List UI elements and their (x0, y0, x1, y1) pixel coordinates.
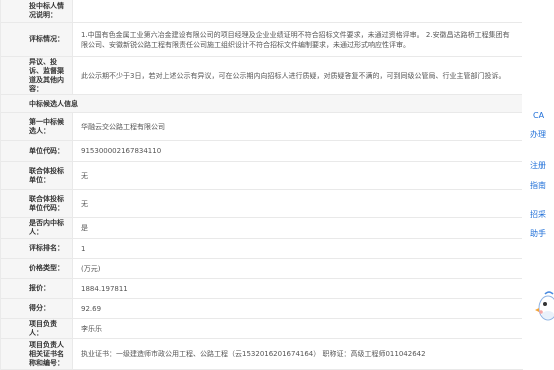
row-objection: 异议、投诉、监督渠道及其他内容： 此公示期不少于3日，若对上述公示有异议，可在公… (1, 57, 523, 95)
assistant-link[interactable]: 助手 (530, 228, 546, 239)
label-consortium-code: 联合体投标单位代码： (1, 190, 73, 217)
mascot-bird-icon[interactable] (535, 288, 554, 328)
value-score: 92.69 (73, 299, 523, 318)
guide-link[interactable]: 指南 (530, 180, 546, 191)
value-consortium-code: 无 (73, 190, 523, 217)
label-unit-code: 单位代码： (1, 141, 73, 161)
label-evaluation: 评标情况： (1, 23, 73, 56)
label-project-manager: 项目负责人： (1, 319, 73, 338)
value-manager-certificate: 执业证书：一级建造师市政公用工程、公路工程（云1532016201674164）… (73, 339, 523, 369)
section-candidate-info: 中标候选人信息 (1, 95, 523, 113)
register-link[interactable]: 注册 (530, 160, 546, 171)
bid-result-table: 投中标人情况说明： 评标情况： 1.中国有色金属工业第六冶金建设有限公司的项目经… (0, 0, 523, 370)
label-quote: 报价： (1, 279, 73, 298)
label-is-winner: 是否内中标人： (1, 218, 73, 238)
label-score: 得分： (1, 299, 73, 318)
value-unit-code: 915300002167834110 (73, 141, 523, 161)
value-price-type: (万元) (73, 259, 523, 278)
row-explanation: 投中标人情况说明： (1, 0, 523, 23)
value-first-candidate: 华融云交公路工程有限公司 (73, 113, 523, 140)
row-project-manager: 项目负责人： 李乐乐 (1, 319, 523, 339)
row-consortium: 联合体投标单位： 无 (1, 162, 523, 190)
row-evaluation: 评标情况： 1.中国有色金属工业第六冶金建设有限公司的项目经理及企业业绩证明不符… (1, 23, 523, 57)
row-first-candidate: 第一中标候选人： 华融云交公路工程有限公司 (1, 113, 523, 141)
label-manager-certificate: 项目负责人相关证书名称和编号： (1, 339, 73, 369)
label-objection: 异议、投诉、监督渠道及其他内容： (1, 57, 73, 94)
label-consortium: 联合体投标单位： (1, 162, 73, 189)
label-ranking: 评标排名： (1, 239, 73, 258)
row-unit-code: 单位代码： 915300002167834110 (1, 141, 523, 162)
row-score: 得分： 92.69 (1, 299, 523, 319)
row-ranking: 评标排名： 1 (1, 239, 523, 259)
label-first-candidate: 第一中标候选人： (1, 113, 73, 140)
value-evaluation: 1.中国有色金属工业第六冶金建设有限公司的项目经理及企业业绩证明不符合招标文件要… (73, 23, 523, 56)
value-explanation (73, 0, 523, 22)
label-price-type: 价格类型： (1, 259, 73, 278)
value-is-winner: 是 (73, 218, 523, 238)
row-manager-certificate: 项目负责人相关证书名称和编号： 执业证书：一级建造师市政公用工程、公路工程（云1… (1, 339, 523, 370)
ca-link[interactable]: CA (533, 111, 544, 120)
label-explanation: 投中标人情况说明： (1, 0, 73, 22)
row-price-type: 价格类型： (万元) (1, 259, 523, 279)
value-project-manager: 李乐乐 (73, 319, 523, 338)
value-quote: 1884.197811 (73, 279, 523, 298)
row-quote: 报价： 1884.197811 (1, 279, 523, 299)
value-objection: 此公示期不少于3日，若对上述公示有异议，可在公示期内向招标人进行质疑，对质疑答复… (73, 57, 523, 94)
procurement-link[interactable]: 招采 (530, 209, 546, 220)
row-consortium-code: 联合体投标单位代码： 无 (1, 190, 523, 218)
value-ranking: 1 (73, 239, 523, 258)
row-is-winner: 是否内中标人： 是 (1, 218, 523, 239)
handle-link[interactable]: 办理 (530, 129, 546, 140)
value-consortium: 无 (73, 162, 523, 189)
